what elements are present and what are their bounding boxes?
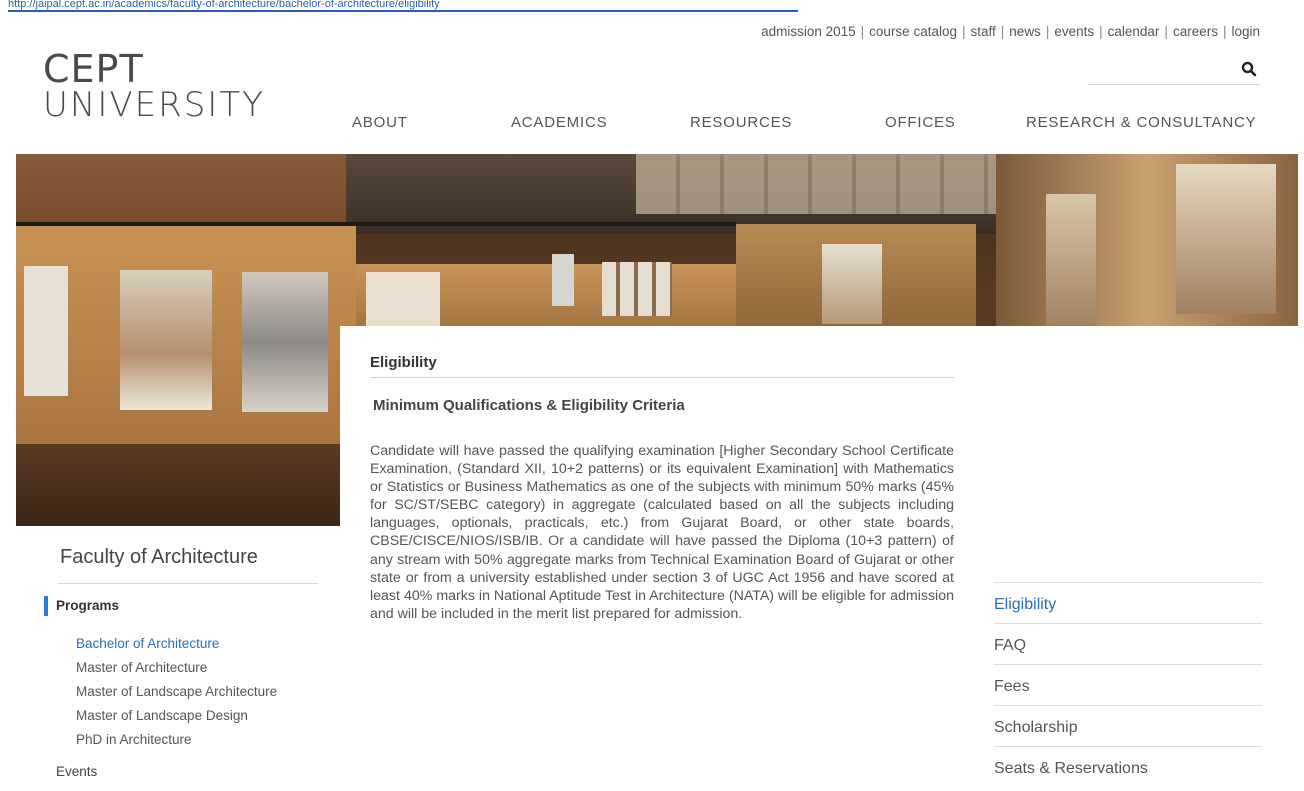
separator: |: [1099, 24, 1103, 39]
section-side-nav: Eligibility FAQ Fees Scholarship Seats &…: [994, 582, 1262, 787]
search-icon[interactable]: [1240, 60, 1258, 78]
nav-about[interactable]: ABOUT: [352, 114, 408, 131]
utility-link-events[interactable]: events: [1054, 24, 1094, 39]
faculty-divider: [58, 583, 318, 584]
search-box: [1088, 56, 1260, 85]
sidebar-events-link[interactable]: Events: [56, 764, 97, 779]
separator: |: [1222, 24, 1227, 39]
title-divider: [370, 377, 954, 378]
utility-link-login[interactable]: login: [1231, 24, 1260, 39]
separator: |: [961, 24, 966, 39]
faculty-title[interactable]: Faculty of Architecture: [60, 546, 258, 569]
eligibility-paragraph: Candidate will have passed the qualifyin…: [370, 443, 954, 622]
cept-logo[interactable]: CEPT UNIVERSITY: [43, 50, 265, 122]
program-link-master-landscape-architecture[interactable]: Master of Landscape Architecture: [76, 680, 277, 704]
separator: |: [1045, 24, 1050, 39]
utility-link-admission[interactable]: admission 2015: [761, 24, 856, 39]
main-nav: ABOUT ACADEMICS RESOURCES OFFICES RESEAR…: [352, 114, 1262, 138]
logo-line-2: UNIVERSITY: [43, 85, 265, 125]
separator: |: [1164, 24, 1168, 39]
side-nav-seats-reservations[interactable]: Seats & Reservations: [994, 746, 1262, 787]
side-nav-scholarship[interactable]: Scholarship: [994, 705, 1262, 746]
nav-offices[interactable]: OFFICES: [885, 114, 956, 131]
section-subtitle: Minimum Qualifications & Eligibility Cri…: [373, 397, 685, 414]
programs-heading[interactable]: Programs: [44, 596, 119, 616]
utility-nav: admission 2015 | course catalog | staff | news…: [761, 24, 1260, 39]
program-link-master-landscape-design[interactable]: Master of Landscape Design: [76, 704, 277, 728]
page-title: Eligibility: [370, 354, 437, 371]
side-nav-fees[interactable]: Fees: [994, 664, 1262, 705]
side-nav-faq[interactable]: FAQ: [994, 623, 1262, 664]
page-url-link[interactable]: http://jaipal.cept.ac.in/academics/facul…: [8, 0, 798, 12]
nav-resources[interactable]: RESOURCES: [690, 114, 792, 131]
utility-link-calendar[interactable]: calendar: [1108, 24, 1160, 39]
nav-research-consultancy[interactable]: RESEARCH & CONSULTANCY: [1026, 114, 1256, 131]
utility-link-course-catalog[interactable]: course catalog: [869, 24, 957, 39]
logo-line-1: CEPT: [43, 47, 144, 91]
nav-academics[interactable]: ACADEMICS: [511, 114, 607, 131]
program-link-bachelor-architecture[interactable]: Bachelor of Architecture: [76, 632, 277, 656]
program-link-master-architecture[interactable]: Master of Architecture: [76, 656, 277, 680]
program-list: Bachelor of Architecture Master of Archi…: [76, 632, 277, 752]
side-nav-eligibility[interactable]: Eligibility: [994, 582, 1262, 623]
program-link-phd-architecture[interactable]: PhD in Architecture: [76, 728, 277, 752]
utility-link-news[interactable]: news: [1009, 24, 1041, 39]
separator: |: [1000, 24, 1005, 39]
utility-link-staff[interactable]: staff: [971, 24, 996, 39]
utility-link-careers[interactable]: careers: [1173, 24, 1218, 39]
separator: |: [860, 24, 865, 39]
search-input[interactable]: [1088, 58, 1232, 82]
